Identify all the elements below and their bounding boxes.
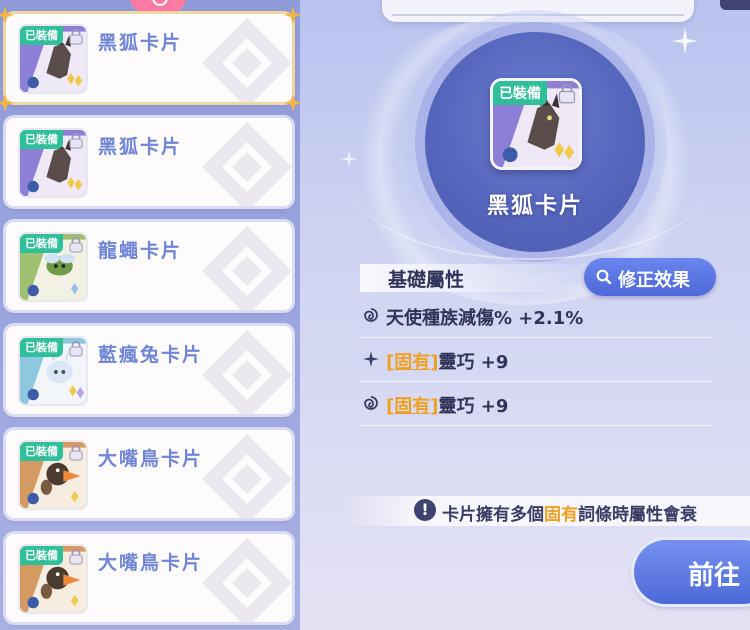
lock-icon[interactable]	[69, 133, 83, 149]
equipped-badge: 已裝備	[20, 234, 63, 253]
attribute-row: [固有]靈巧 +9	[360, 382, 712, 426]
lock-icon[interactable]	[69, 237, 83, 253]
modify-effect-button[interactable]: 修正效果	[584, 258, 716, 296]
card-name: 大嘴鳥卡片	[98, 552, 204, 574]
lock-icon[interactable]	[69, 549, 83, 565]
lock-icon[interactable]	[69, 341, 83, 357]
exclamation-icon: !	[414, 499, 436, 521]
swirl-icon	[364, 396, 378, 410]
corner-icon[interactable]	[720, 0, 750, 10]
selected-card-name: 黑狐卡片	[487, 194, 584, 219]
corner-star-icon	[284, 94, 302, 112]
card-detail-panel: 上下 已裝備 黑狐卡片 基礎屬性 修正效果 天使種族減傷% +2.1%[固有]靈…	[300, 0, 750, 630]
sparkle-icon	[363, 351, 379, 367]
card-list-item[interactable]: 已裝備 龍蠅卡片	[6, 222, 292, 310]
equipped-badge: 已裝備	[20, 338, 63, 357]
card-thumbnail: 已裝備	[18, 440, 88, 510]
card-name: 龍蠅卡片	[98, 240, 183, 262]
card-thumbnail: 已裝備	[18, 544, 88, 614]
lock-icon[interactable]	[69, 445, 83, 461]
card-list-item[interactable]: 已裝備 大嘴鳥卡片	[6, 430, 292, 518]
corner-star-icon	[0, 6, 14, 24]
selected-card-thumbnail[interactable]: 已裝備	[490, 78, 582, 170]
card-thumbnail: 已裝備	[18, 128, 88, 198]
equipped-badge: 已裝備	[20, 130, 63, 149]
innate-tag: 固有	[394, 352, 431, 373]
card-list-item[interactable]: 已裝備 藍瘋兔卡片	[6, 326, 292, 414]
card-thumbnail: 已裝備	[18, 232, 88, 302]
card-thumbnail: 已裝備	[18, 24, 88, 94]
equipped-badge: 已裝備	[20, 546, 63, 565]
card-name: 黑狐卡片	[98, 32, 183, 54]
sparkle-icon	[340, 150, 358, 168]
card-list-item[interactable]: 已裝備 黑狐卡片	[6, 118, 292, 206]
innate-tag: 固有	[394, 396, 431, 417]
sparkle-icon	[672, 28, 698, 54]
section-title: 基礎屬性	[388, 269, 465, 291]
equipped-badge: 已裝備	[493, 81, 547, 105]
attribute-row: 天使種族減傷% +2.1%	[360, 294, 712, 338]
corner-star-icon	[0, 94, 14, 112]
card-name: 大嘴鳥卡片	[98, 448, 204, 470]
go-button[interactable]: 前往	[634, 540, 750, 604]
corner-star-icon	[284, 6, 302, 24]
attribute-text: 天使種族減傷% +2.1%	[386, 308, 584, 329]
attribute-text: [固有]靈巧 +9	[386, 396, 509, 417]
top-tab-button[interactable]	[130, 0, 186, 12]
notice-bar: ! 卡片擁有多個固有詞條時屬性會衰	[340, 496, 750, 526]
swirl-icon	[364, 308, 378, 322]
attribute-text: [固有]靈巧 +9	[386, 352, 509, 373]
search-icon	[596, 269, 612, 285]
card-list-item[interactable]: 已裝備 黑狐卡片	[6, 14, 292, 102]
attribute-row: [固有]靈巧 +9	[360, 338, 712, 382]
notice-text: 卡片擁有多個固有詞條時屬性會衰	[442, 505, 697, 525]
card-name: 藍瘋兔卡片	[98, 344, 204, 366]
equipped-badge: 已裝備	[20, 442, 63, 461]
equipped-badge: 已裝備	[20, 26, 63, 45]
lock-icon[interactable]	[558, 84, 576, 104]
card-thumbnail: 已裝備	[18, 336, 88, 406]
lock-icon[interactable]	[69, 29, 83, 45]
modify-effect-label: 修正效果	[618, 270, 690, 291]
card-list-item[interactable]: 已裝備 大嘴鳥卡片	[6, 534, 292, 622]
go-button-label: 前往	[688, 561, 741, 591]
card-name: 黑狐卡片	[98, 136, 183, 158]
